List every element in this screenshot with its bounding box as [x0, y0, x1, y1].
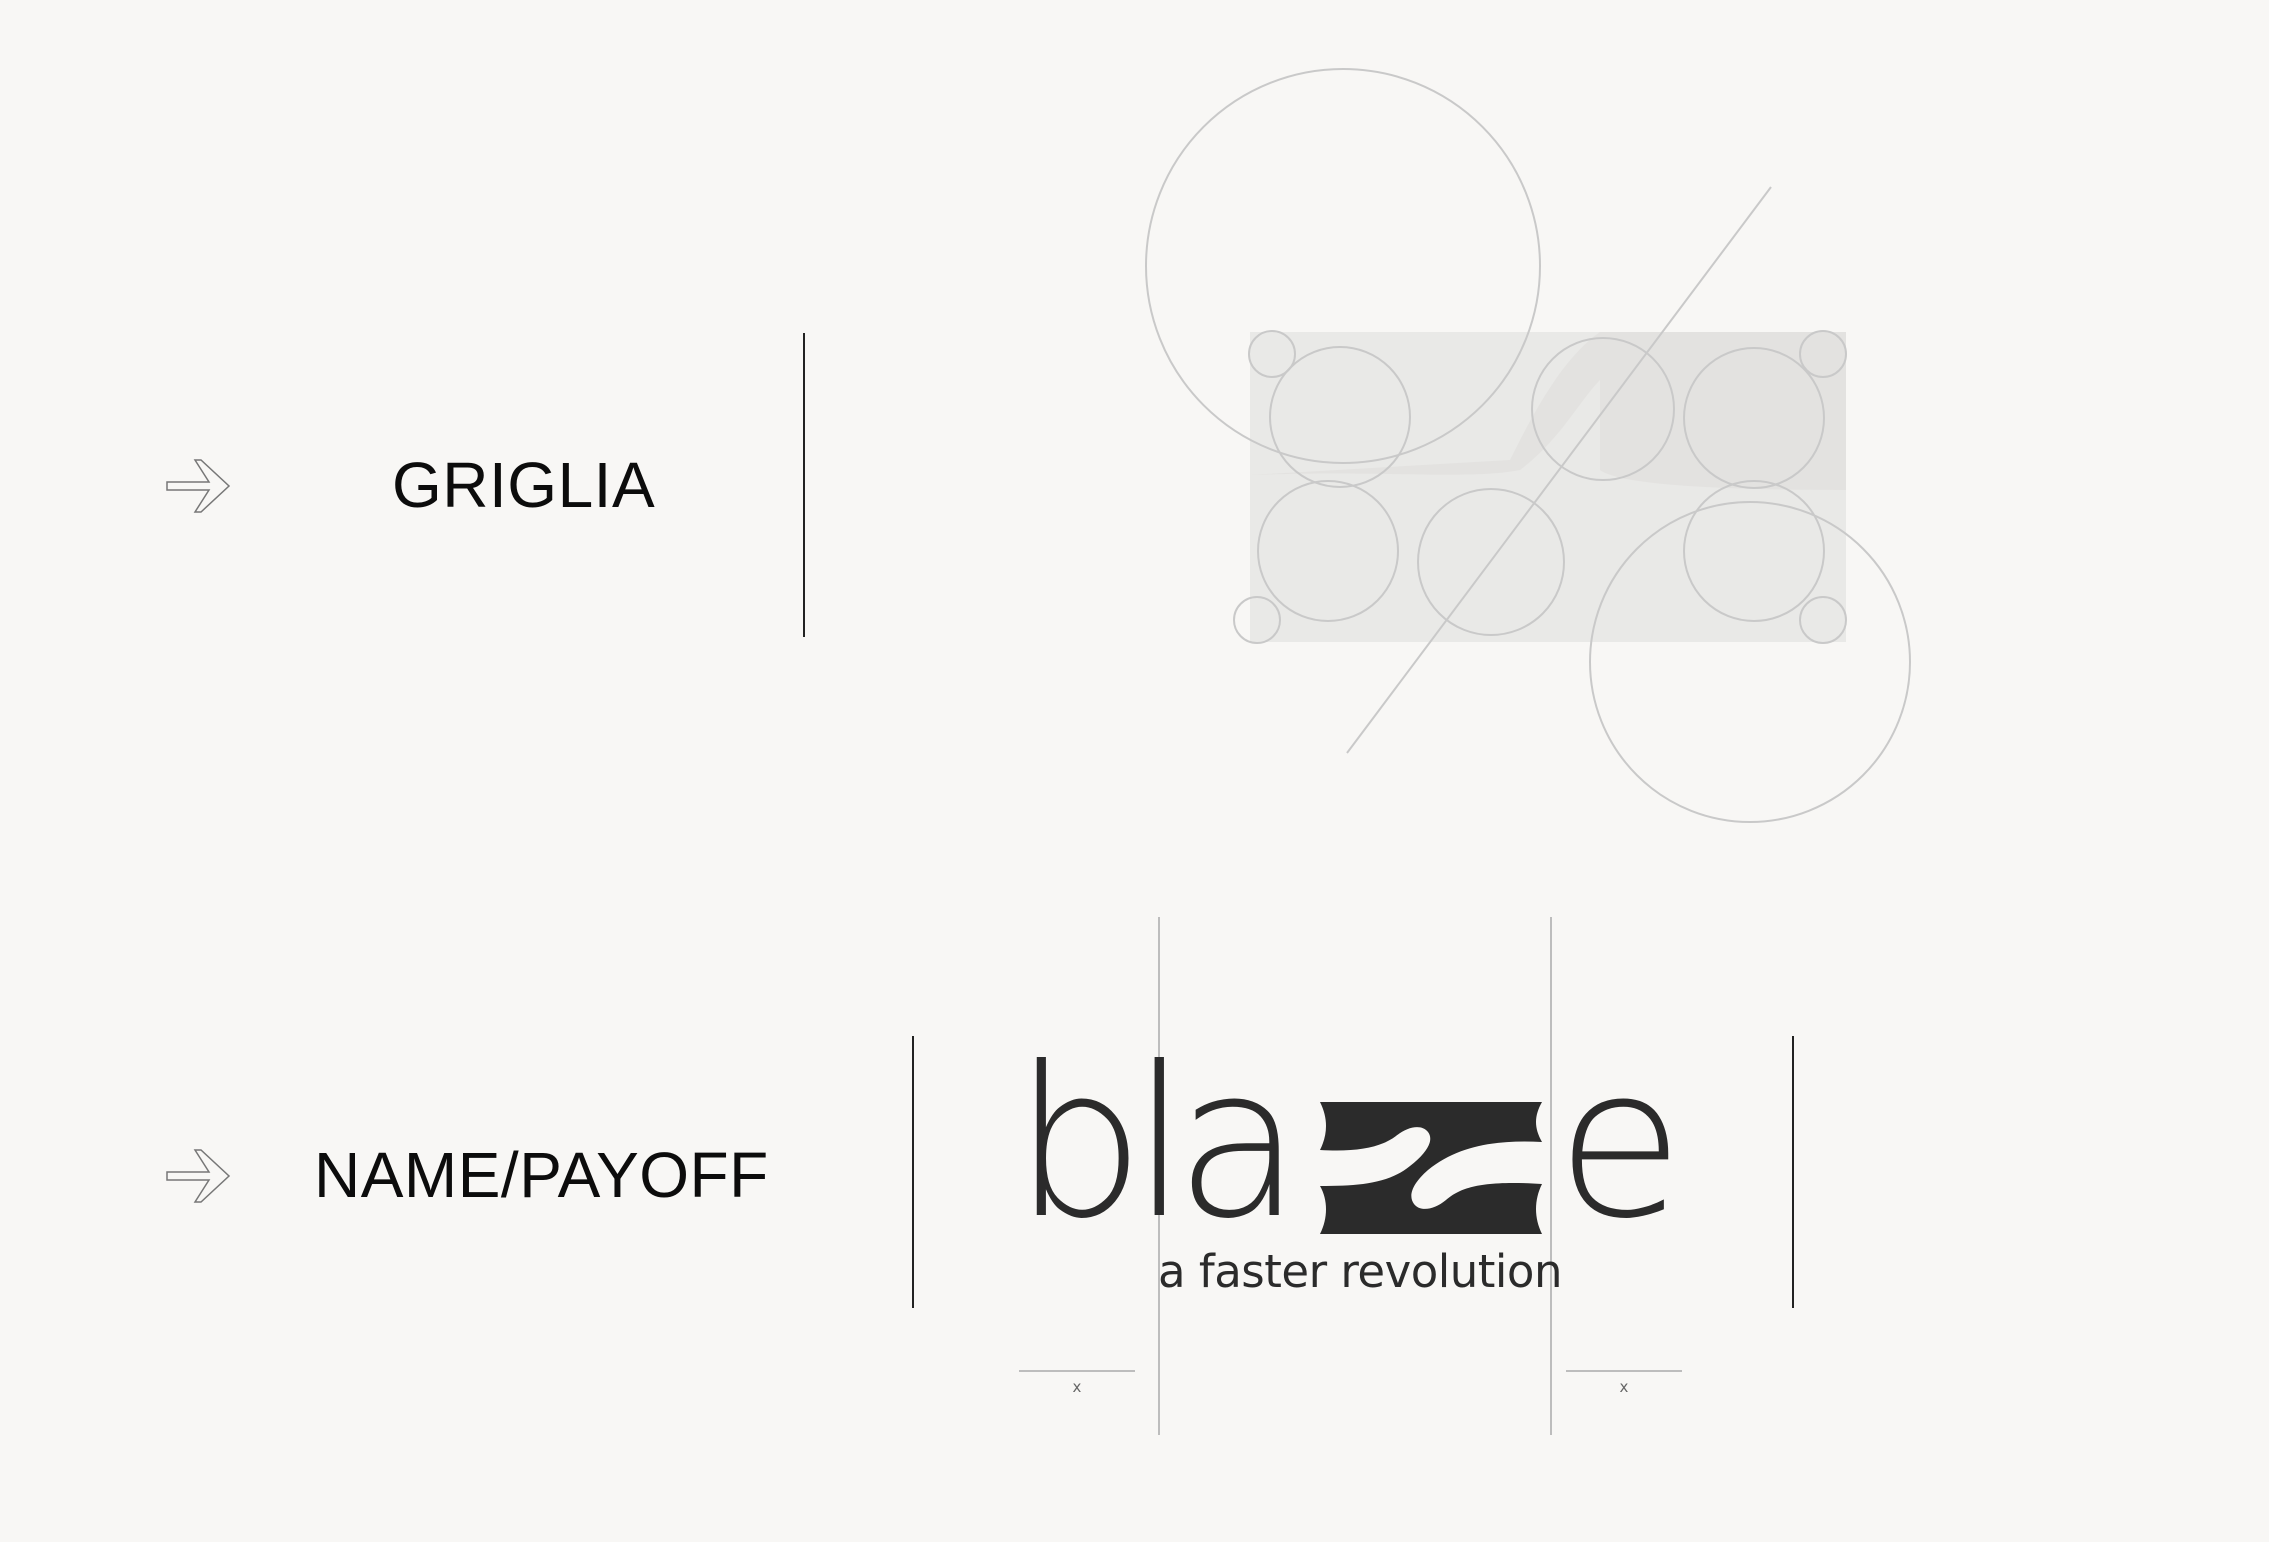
unit-marker-left [1019, 1370, 1135, 1372]
arrow-right-icon [166, 1149, 231, 1203]
section-label-name-payoff: NAME/PAYOFF [314, 1139, 769, 1211]
unit-label-right: x [1619, 1378, 1629, 1396]
section-divider [803, 333, 805, 637]
arrow-right-icon [166, 459, 231, 513]
logo-wordmark-left: bla [1013, 1023, 1302, 1265]
section-label-griglia: GRIGLIA [392, 449, 656, 521]
unit-label-left: x [1072, 1378, 1082, 1396]
construction-grid-graphic [1145, 68, 1911, 823]
logo-wordmark-right: e [1556, 1023, 1684, 1265]
z-monogram-icon [1320, 1102, 1542, 1234]
logo-bound-right [1792, 1036, 1794, 1308]
logo-payoff: a faster revolution [1158, 1245, 1562, 1298]
unit-marker-right [1566, 1370, 1682, 1372]
logo-bound-left [912, 1036, 914, 1308]
